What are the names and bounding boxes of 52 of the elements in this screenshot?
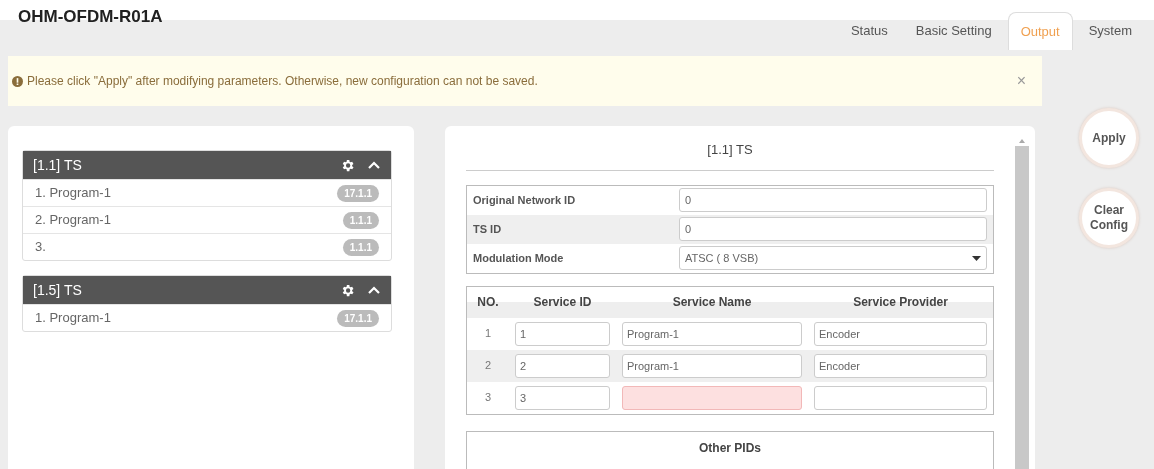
panel-title: [1.5] TS — [33, 280, 82, 300]
chevron-up-icon[interactable] — [367, 285, 381, 295]
service-provider-field[interactable] — [814, 386, 987, 410]
program-badge: 1.1.1 — [342, 211, 379, 229]
program-label: 3. — [35, 238, 46, 257]
app-title: OHM-OFDM-R01A — [18, 6, 163, 28]
row-number: 1 — [483, 326, 493, 342]
section-title: Other PIDs — [698, 439, 762, 457]
field-label: TS ID — [472, 221, 503, 237]
field-label: Modulation Mode — [472, 250, 565, 266]
service-id-field[interactable]: 3 — [515, 386, 610, 410]
exclamation-icon — [12, 75, 23, 87]
chevron-up-icon[interactable] — [367, 160, 381, 170]
service-provider-field[interactable]: Encoder — [814, 322, 987, 346]
panel-title: [1.1] TS — [33, 155, 82, 175]
nav-tab[interactable]: Status — [838, 12, 900, 50]
column-header: Service Provider — [852, 294, 949, 311]
action-button[interactable]: Clear Config — [1079, 188, 1139, 248]
detail-title: [1.1] TS — [466, 140, 994, 171]
caret-icon — [972, 255, 981, 261]
column-header: Service Name — [671, 294, 753, 311]
program-badge: 17.1.1 — [337, 309, 379, 327]
program-badge: 1.1.1 — [342, 238, 379, 256]
service-name-field[interactable]: Program-1 — [622, 322, 802, 346]
alert-message: Please click "Apply" after modifying parameters. Otherwise, new configuration can not be saved. — [27, 73, 538, 90]
program-badge: 17.1.1 — [337, 184, 379, 202]
select-field[interactable]: ATSC ( 8 VSB) — [679, 246, 987, 270]
program-label: 1. Program-1 — [35, 309, 111, 328]
service-provider-field[interactable]: Encoder — [814, 354, 987, 378]
scrollbar[interactable] — [1015, 136, 1029, 469]
row-number: 3 — [483, 390, 493, 406]
input-field[interactable]: 0 — [679, 217, 987, 241]
nav-tab[interactable]: Basic Setting — [903, 12, 1004, 50]
field-label: Original Network ID — [472, 192, 577, 208]
program-item[interactable]: 1. Program-1 17.1.1 — [23, 304, 391, 331]
program-item[interactable]: 2. Program-1 1.1.1 — [23, 206, 391, 233]
column-header: Service ID — [532, 294, 593, 311]
input-field[interactable]: 0 — [679, 188, 987, 212]
column-header: NO. — [476, 294, 500, 311]
program-item[interactable]: 3. 1.1.1 — [23, 233, 391, 260]
nav-tab[interactable]: System — [1076, 12, 1144, 50]
action-button[interactable]: Apply — [1079, 108, 1139, 168]
program-item[interactable]: 1. Program-1 17.1.1 — [23, 179, 391, 206]
gear-icon[interactable] — [340, 157, 355, 173]
service-id-field[interactable]: 2 — [515, 354, 610, 378]
program-label: 2. Program-1 — [35, 211, 111, 230]
service-id-field[interactable]: 1 — [515, 322, 610, 346]
gear-icon[interactable] — [340, 282, 355, 298]
service-name-field[interactable] — [622, 386, 802, 410]
program-label: 1. Program-1 — [35, 184, 111, 203]
service-name-field[interactable]: Program-1 — [622, 354, 802, 378]
row-number: 2 — [483, 358, 493, 374]
